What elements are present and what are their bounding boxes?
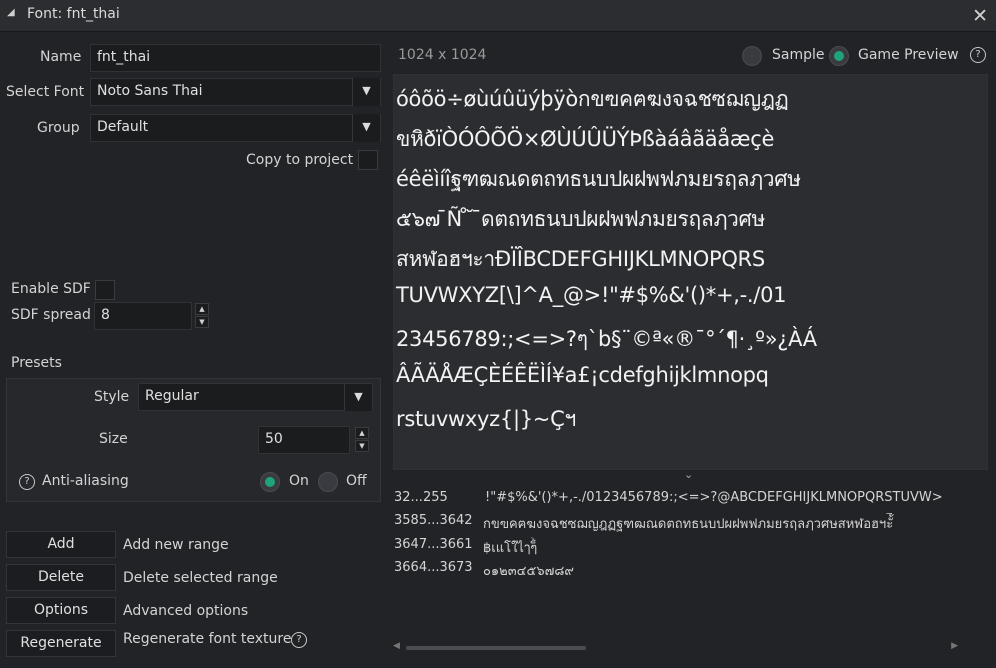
size-input[interactable]: 50 [258, 426, 350, 454]
increment-icon[interactable]: ▲ [355, 427, 369, 439]
range-chars[interactable]: ๐๑๒๓๔๕๖๗๘๙ [483, 560, 683, 581]
anti-aliasing-off-label: Off [346, 473, 367, 489]
glyph-line: ขหิðïÒÓÔÕÖ×ØÙÚÛÜÝÞßàáâãäåæçè [396, 127, 775, 151]
decrement-icon[interactable]: ▼ [355, 440, 369, 452]
sample-label: Sample [772, 47, 825, 63]
select-font-dropdown[interactable]: Noto Sans Thai [90, 78, 381, 106]
select-font-label: Select Font [6, 84, 85, 100]
sdf-spread-input[interactable]: 8 [94, 302, 192, 330]
regenerate-description: Regenerate font texture [123, 631, 292, 647]
decrement-icon[interactable]: ▼ [195, 316, 209, 328]
scroll-right-icon[interactable]: ▶ [951, 641, 958, 651]
options-button[interactable]: Options [6, 597, 116, 624]
anti-aliasing-on-radio[interactable] [260, 472, 280, 492]
range-label[interactable]: 3585...3642 [394, 513, 473, 528]
texture-size-label: 1024 x 1024 [398, 47, 487, 63]
group-dropdown[interactable]: Default [90, 114, 381, 142]
close-icon[interactable]: ✕ [972, 5, 988, 27]
options-description: Advanced options [123, 603, 249, 619]
delete-description: Delete selected range [123, 570, 278, 586]
name-input[interactable]: fnt_thai [90, 44, 381, 72]
help-icon[interactable]: ? [291, 632, 307, 648]
anti-aliasing-on-label: On [289, 473, 309, 489]
glyph-line: ๕๖๗ ̄Ñ ̊ ̆ ̄ดตถทธนบปผฝพฟภมยรฤลฦวศษ [396, 207, 766, 231]
group-label: Group [37, 120, 80, 136]
copy-to-project-checkbox[interactable] [358, 150, 378, 170]
chevron-down-icon[interactable]: ▼ [352, 78, 380, 106]
style-dropdown[interactable]: Regular [138, 383, 373, 411]
sdf-spread-stepper[interactable]: ▲ ▼ [195, 303, 209, 329]
glyph-line: rstuvwxyz{|}~Çฯ [396, 407, 576, 431]
add-description: Add new range [123, 537, 229, 553]
copy-to-project-label: Copy to project [246, 152, 354, 168]
enable-sdf-label: Enable SDF [11, 281, 91, 297]
glyph-line: TUVWXYZ[\]^A_@>!"#$%&'()*+,-./01 [396, 283, 787, 307]
scrollbar-thumb[interactable] [406, 646, 586, 650]
chevron-down-icon[interactable]: ▼ [344, 384, 372, 411]
range-chars[interactable]: กขฃคฅฆงจฉชซฌญฎฏฐฑฒณดตถทธนบปผฝพฟภมยรฤลฦวศ… [483, 513, 953, 534]
anti-aliasing-label: Anti-aliasing [42, 473, 129, 489]
regenerate-button[interactable]: Regenerate [6, 630, 116, 657]
style-value: Regular [145, 388, 199, 404]
glyph-line: óôõö÷øùúûüýþÿòกขฃคฅฆงจฉชซฌญฎฏ [396, 87, 789, 111]
window-title: Font: fnt_thai [27, 6, 120, 22]
select-font-value: Noto Sans Thai [97, 83, 203, 99]
range-chars[interactable]: ฿เแโใไๅๆ็่้๊๋์ํ [483, 537, 683, 558]
range-label[interactable]: 3647...3661 [394, 537, 473, 552]
sdf-spread-label: SDF spread [11, 307, 91, 323]
glyph-line: 23456789:;<=>?ๆ`b§¨©ª«®¯°´¶·¸º»¿ÀÁ [396, 327, 817, 351]
glyph-line: สหฬอฮฯะาÐÏÎBCDEFGHIJKLMNOPQRS [396, 247, 765, 271]
chevron-down-icon[interactable]: ▼ [352, 114, 380, 142]
name-label: Name [40, 49, 82, 65]
delete-button[interactable]: Delete [6, 564, 116, 591]
title-bar: ◢ Font: fnt_thai ✕ [0, 0, 996, 32]
presets-heading: Presets [11, 355, 62, 371]
size-label: Size [99, 431, 128, 447]
scroll-left-icon[interactable]: ◀ [393, 641, 400, 651]
range-label[interactable]: 32...255 [394, 490, 448, 505]
anti-aliasing-off-radio[interactable] [318, 472, 338, 492]
size-stepper[interactable]: ▲ ▼ [355, 427, 369, 453]
range-chars[interactable]: !"#$%&'()*+,-./0123456789:;<=>?@ABCDEFGH… [485, 490, 957, 505]
collapse-arrow-icon[interactable]: ◢ [7, 7, 15, 18]
range-label[interactable]: 3664...3673 [394, 560, 473, 575]
glyph-line: éêëìíîฐฑฒณดตถทธนบปผฝพฟภมยรฤลฦวศษ [396, 167, 801, 191]
chevrons-down-icon[interactable]: ⌄ [684, 468, 693, 481]
add-button[interactable]: Add [6, 531, 116, 558]
glyph-line: ÂÃÄÅÆÇÈÉÊËÌÍ¥a£¡cdefghijklmnopq [396, 363, 769, 387]
style-label: Style [94, 389, 130, 405]
help-icon[interactable]: ? [19, 474, 35, 490]
increment-icon[interactable]: ▲ [195, 303, 209, 315]
enable-sdf-checkbox[interactable] [95, 280, 115, 300]
sample-radio[interactable] [742, 46, 762, 66]
game-preview-label: Game Preview [858, 47, 959, 63]
help-icon[interactable]: ? [970, 47, 986, 63]
group-value: Default [97, 119, 149, 135]
game-preview-radio[interactable] [829, 46, 849, 66]
